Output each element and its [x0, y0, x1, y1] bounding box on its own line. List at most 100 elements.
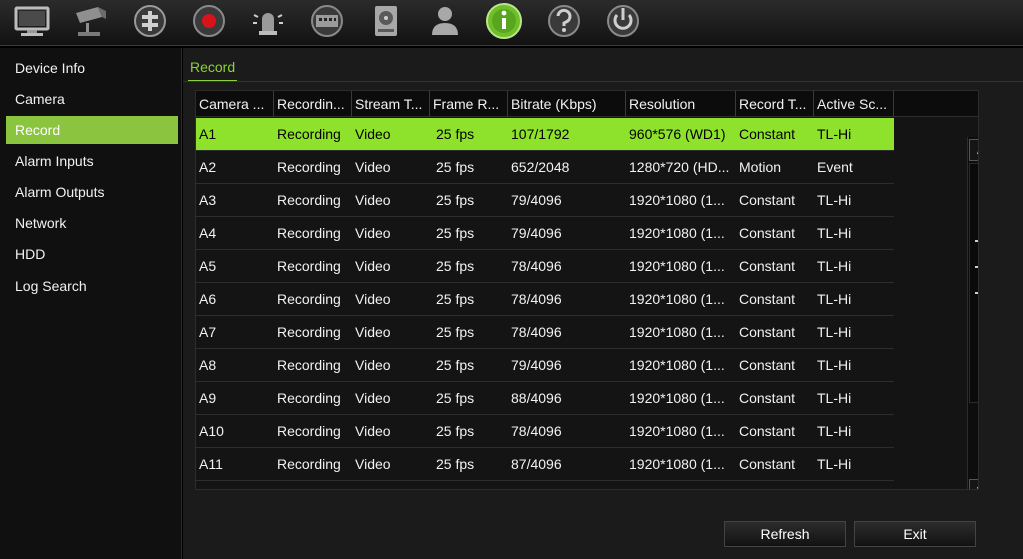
table-cell: Recording — [277, 291, 341, 307]
table-cell: 25 fps — [436, 159, 475, 175]
table-row[interactable]: A3 Recording Video 25 fps 79/4096 1920*1080 (… — [196, 184, 894, 217]
table-cell: 25 fps — [436, 423, 475, 439]
chevron-down-icon[interactable]: ∨ — [969, 479, 978, 489]
record-icon[interactable] — [189, 1, 229, 41]
table-cell: 1920*1080 (1... — [629, 258, 725, 274]
table-cell: 79/4096 — [511, 357, 562, 373]
table-cell: Video — [355, 357, 391, 373]
column-header[interactable]: Stream T... — [352, 91, 430, 117]
table-row[interactable]: A8 Recording Video 25 fps 79/4096 1920*1080 (… — [196, 349, 894, 382]
tab-divider — [183, 81, 1023, 82]
table-cell: 1920*1080 (1... — [629, 423, 725, 439]
chevron-up-icon[interactable]: ∧ — [969, 139, 978, 161]
scrollbar-grip — [975, 292, 978, 294]
scrollbar-grip — [975, 240, 978, 242]
sidebar: Device Info Camera Record Alarm Inputs A… — [0, 48, 182, 559]
column-header[interactable]: Recordin... — [274, 91, 352, 117]
column-header[interactable]: Frame R... — [430, 91, 508, 117]
table-cell: Video — [355, 126, 391, 142]
network-icon[interactable] — [307, 1, 347, 41]
table-cell: Constant — [739, 225, 796, 241]
table-cell: Recording — [277, 324, 341, 340]
table-row[interactable]: A4 Recording Video 25 fps 79/4096 1920*1080 (… — [196, 217, 894, 250]
table-row[interactable]: A5 Recording Video 25 fps 78/4096 1920*1080 (… — [196, 250, 894, 283]
power-icon[interactable] — [603, 1, 643, 41]
table-row[interactable]: A2 Recording Video 25 fps 652/2048 1280*720 (… — [196, 151, 894, 184]
table-cell: Recording — [277, 390, 341, 406]
table-cell: TL-Hi — [817, 225, 852, 241]
table-cell: Recording — [277, 225, 341, 241]
table-cell: TL-Hi — [817, 390, 852, 406]
table-cell: Recording — [277, 456, 341, 472]
help-icon[interactable] — [544, 1, 584, 41]
table-cell: Video — [355, 258, 391, 274]
exit-button[interactable]: Exit — [854, 521, 976, 547]
sidebar-item-network[interactable]: Network — [6, 209, 178, 237]
table-cell: TL-Hi — [817, 324, 852, 340]
table-cell: Constant — [739, 423, 796, 439]
table-cell: Video — [355, 456, 391, 472]
ptz-icon[interactable] — [130, 1, 170, 41]
table-cell: A7 — [199, 324, 217, 340]
table-cell: Constant — [739, 126, 796, 142]
sidebar-item-record[interactable]: Record — [6, 116, 178, 144]
table-cell: 1920*1080 (1... — [629, 456, 725, 472]
table-row[interactable]: A9 Recording Video 25 fps 88/4096 1920*1080 (… — [196, 382, 894, 415]
table-cell: 1280*720 (HD... — [629, 159, 730, 175]
info-icon[interactable] — [484, 1, 524, 41]
sidebar-item-log-search[interactable]: Log Search — [6, 272, 178, 300]
table-cell: 1920*1080 (1... — [629, 390, 725, 406]
table-row[interactable]: A7 Recording Video 25 fps 78/4096 1920*1080 (… — [196, 316, 894, 349]
table-scrollbar[interactable]: ∧ ∨ — [967, 137, 978, 489]
table-cell: Video — [355, 390, 391, 406]
refresh-button[interactable]: Refresh — [724, 521, 846, 547]
column-header[interactable]: Bitrate (Kbps) — [508, 91, 626, 117]
column-header[interactable]: Camera ... — [196, 91, 274, 117]
sidebar-item-alarm-outputs[interactable]: Alarm Outputs — [6, 178, 178, 206]
monitor-icon[interactable] — [12, 1, 52, 41]
table-cell: Video — [355, 324, 391, 340]
alarm-icon[interactable] — [248, 1, 288, 41]
sidebar-item-alarm-inputs[interactable]: Alarm Inputs — [6, 147, 178, 175]
table-cell: 79/4096 — [511, 225, 562, 241]
table-cell: Video — [355, 159, 391, 175]
table-cell: Recording — [277, 159, 341, 175]
table-cell: Recording — [277, 126, 341, 142]
table-cell: TL-Hi — [817, 456, 852, 472]
table-cell: 960*576 (WD1) — [629, 126, 726, 142]
main-toolbar — [0, 0, 1023, 46]
table-row[interactable]: A1 Recording Video 25 fps 107/1792 960*576 (W… — [196, 118, 894, 151]
tab-record[interactable]: Record — [188, 56, 238, 82]
table-cell: Recording — [277, 258, 341, 274]
table-cell: 1920*1080 (1... — [629, 324, 725, 340]
sidebar-item-hdd[interactable]: HDD — [6, 240, 178, 268]
table-cell: Constant — [739, 258, 796, 274]
record-status-table: Camera ... Recordin... Stream T... Frame R.… — [195, 90, 979, 490]
sidebar-item-device-info[interactable]: Device Info — [6, 54, 178, 82]
main-panel: Record Camera ... Recordin... Stream T... F… — [183, 48, 1023, 559]
table-cell: Constant — [739, 291, 796, 307]
table-cell: 25 fps — [436, 291, 475, 307]
sidebar-item-camera[interactable]: Camera — [6, 85, 178, 113]
table-row[interactable]: A10 Recording Video 25 fps 78/4096 1920*1080 … — [196, 415, 894, 448]
scrollbar-thumb[interactable] — [969, 163, 978, 403]
table-cell: 25 fps — [436, 126, 475, 142]
table-cell: Recording — [277, 192, 341, 208]
column-header[interactable]: Resolution — [626, 91, 736, 117]
table-cell: Video — [355, 192, 391, 208]
column-header[interactable]: Record T... — [736, 91, 814, 117]
table-cell: Video — [355, 291, 391, 307]
table-cell: 78/4096 — [511, 258, 562, 274]
table-cell: 78/4096 — [511, 423, 562, 439]
camera-icon[interactable] — [72, 1, 112, 41]
table-cell: A3 — [199, 192, 217, 208]
table-cell: A11 — [199, 456, 223, 472]
table-row[interactable]: A6 Recording Video 25 fps 78/4096 1920*1080 (… — [196, 283, 894, 316]
column-header[interactable]: Active Sc... — [814, 91, 894, 117]
table-cell: 1920*1080 (1... — [629, 357, 725, 373]
table-cell: 25 fps — [436, 258, 475, 274]
hdd-icon[interactable] — [366, 1, 406, 41]
table-cell: Recording — [277, 423, 341, 439]
user-icon[interactable] — [425, 1, 465, 41]
table-row[interactable]: A11 Recording Video 25 fps 87/4096 1920*1080 … — [196, 448, 894, 481]
